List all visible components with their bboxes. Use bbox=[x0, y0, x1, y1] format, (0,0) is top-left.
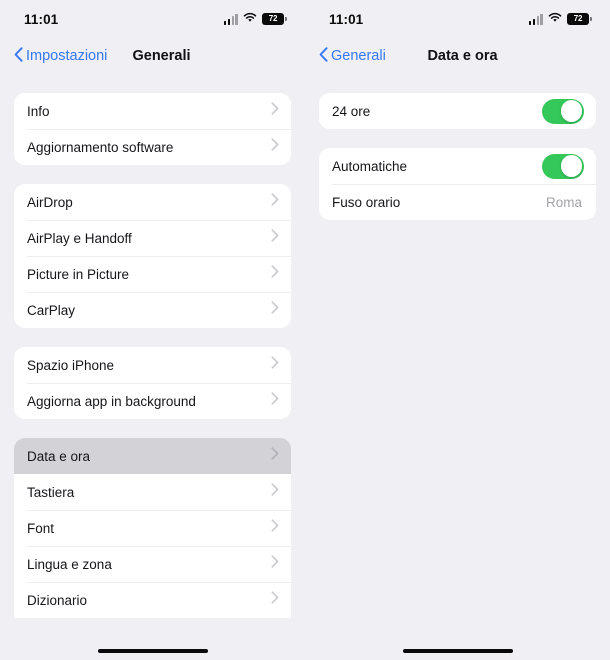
row-label: Data e ora bbox=[27, 448, 91, 464]
chevron-left-icon bbox=[14, 47, 23, 66]
toggle-knob bbox=[560, 155, 583, 177]
chevron-right-icon bbox=[271, 102, 279, 120]
chevron-right-icon bbox=[271, 356, 279, 374]
settings-row-lingua-e-zona[interactable]: Lingua e zona bbox=[14, 546, 291, 582]
settings-row-picture-in-picture[interactable]: Picture in Picture bbox=[14, 256, 291, 292]
row-label: Aggiornamento software bbox=[27, 139, 174, 155]
battery-percent-label: 72 bbox=[268, 14, 278, 23]
settings-group-connectivity: AirDrop AirPlay e Handoff Picture in Pic… bbox=[14, 184, 291, 328]
row-label: Info bbox=[27, 103, 50, 119]
chevron-right-icon bbox=[271, 229, 279, 247]
chevron-right-icon bbox=[271, 193, 279, 211]
back-button-impostazioni[interactable]: Impostazioni bbox=[14, 46, 107, 66]
chevron-left-icon bbox=[319, 47, 328, 66]
row-label: Lingua e zona bbox=[27, 556, 112, 572]
settings-row-carplay[interactable]: CarPlay bbox=[14, 292, 291, 328]
chevron-right-icon bbox=[271, 265, 279, 283]
settings-group-24-ore: 24 ore bbox=[319, 93, 596, 129]
home-indicator bbox=[0, 649, 305, 653]
settings-row-font[interactable]: Font bbox=[14, 510, 291, 546]
chevron-right-icon bbox=[271, 483, 279, 501]
status-bar: 11:01 72 bbox=[305, 0, 610, 38]
toggle-automatiche[interactable] bbox=[542, 153, 584, 179]
chevron-right-icon bbox=[271, 519, 279, 537]
row-label: 24 ore bbox=[332, 103, 371, 119]
status-bar-time: 11:01 bbox=[24, 11, 59, 27]
settings-group-system: Data e ora Tastiera Font Lingua e zona D… bbox=[14, 438, 291, 618]
wifi-icon bbox=[243, 10, 257, 28]
toggle-knob bbox=[560, 100, 583, 122]
row-label: AirDrop bbox=[27, 194, 73, 210]
fuso-orario-value: Roma bbox=[545, 194, 582, 210]
status-bar-time: 11:01 bbox=[329, 11, 364, 27]
chevron-right-icon bbox=[271, 138, 279, 156]
settings-row-info[interactable]: Info bbox=[14, 93, 291, 129]
row-label: Automatiche bbox=[332, 158, 408, 174]
settings-row-airplay-handoff[interactable]: AirPlay e Handoff bbox=[14, 220, 291, 256]
back-button-label: Impostazioni bbox=[26, 48, 108, 64]
cellular-signal-icon bbox=[223, 13, 238, 25]
settings-group-info: Info Aggiornamento software bbox=[14, 93, 291, 165]
back-button-label: Generali bbox=[331, 48, 386, 64]
row-label: AirPlay e Handoff bbox=[27, 230, 132, 246]
wifi-icon bbox=[548, 10, 562, 28]
settings-row-24-ore[interactable]: 24 ore bbox=[319, 93, 596, 129]
home-indicator bbox=[305, 649, 610, 653]
toggle-24-ore[interactable] bbox=[542, 98, 584, 124]
settings-row-airdrop[interactable]: AirDrop bbox=[14, 184, 291, 220]
settings-row-fuso-orario[interactable]: Fuso orario Roma bbox=[319, 184, 596, 220]
row-label: Fuso orario bbox=[332, 194, 401, 210]
settings-group-automatiche: Automatiche Fuso orario Roma bbox=[319, 148, 596, 220]
battery-icon: 72 bbox=[567, 12, 592, 26]
status-bar: 11:01 72 bbox=[0, 0, 305, 38]
row-label: Tastiera bbox=[27, 484, 75, 500]
settings-row-tastiera[interactable]: Tastiera bbox=[14, 474, 291, 510]
settings-row-aggiornamento-software[interactable]: Aggiornamento software bbox=[14, 129, 291, 165]
settings-list-data-e-ora: 24 ore Automatiche Fuso orario Roma bbox=[305, 74, 610, 220]
chevron-right-icon bbox=[271, 555, 279, 573]
row-label: Spazio iPhone bbox=[27, 357, 115, 373]
screen-data-e-ora: 11:01 72 Generali Data e ora 24 ore Auto… bbox=[305, 0, 610, 660]
settings-row-dizionario[interactable]: Dizionario bbox=[14, 582, 291, 618]
chevron-right-icon bbox=[271, 447, 279, 465]
settings-row-aggiorna-app-background[interactable]: Aggiorna app in background bbox=[14, 383, 291, 419]
settings-list-generali: Info Aggiornamento software AirDrop AirP… bbox=[0, 74, 305, 618]
screen-generali: 11:01 72 Impostazioni Generali Info Aggi… bbox=[0, 0, 305, 660]
back-button-generali[interactable]: Generali bbox=[319, 46, 386, 66]
row-label: Aggiorna app in background bbox=[27, 393, 196, 409]
row-label: Dizionario bbox=[27, 592, 88, 608]
navigation-bar: Generali Data e ora bbox=[305, 38, 610, 74]
battery-icon: 72 bbox=[262, 12, 287, 26]
settings-row-data-e-ora[interactable]: Data e ora bbox=[14, 438, 291, 474]
battery-percent-label: 72 bbox=[573, 14, 583, 23]
row-label: CarPlay bbox=[27, 302, 76, 318]
navigation-bar: Impostazioni Generali bbox=[0, 38, 305, 74]
chevron-right-icon bbox=[271, 591, 279, 609]
chevron-right-icon bbox=[271, 392, 279, 410]
dual-screenshot-container: 11:01 72 Impostazioni Generali Info Aggi… bbox=[0, 0, 610, 660]
settings-row-automatiche[interactable]: Automatiche bbox=[319, 148, 596, 184]
chevron-right-icon bbox=[271, 301, 279, 319]
settings-row-spazio-iphone[interactable]: Spazio iPhone bbox=[14, 347, 291, 383]
row-label: Picture in Picture bbox=[27, 266, 130, 282]
status-bar-icons: 72 bbox=[528, 10, 592, 28]
settings-group-storage: Spazio iPhone Aggiorna app in background bbox=[14, 347, 291, 419]
row-label: Font bbox=[27, 520, 55, 536]
cellular-signal-icon bbox=[528, 13, 543, 25]
status-bar-icons: 72 bbox=[223, 10, 287, 28]
